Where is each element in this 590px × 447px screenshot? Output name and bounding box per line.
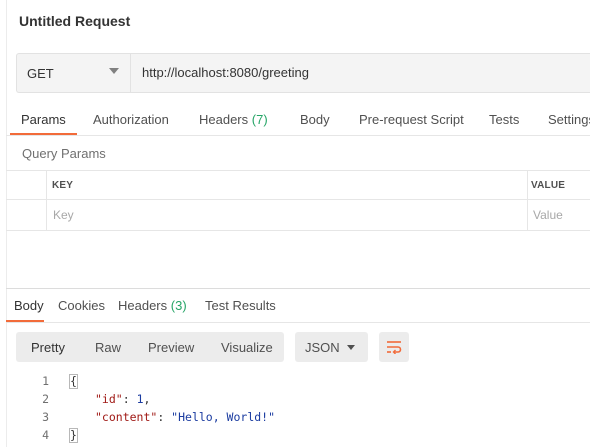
tab-authorization[interactable]: Authorization (93, 112, 169, 127)
json-sep: : (157, 410, 172, 424)
response-tab-cookies[interactable]: Cookies (58, 298, 105, 313)
tab-label: Tests (489, 112, 520, 127)
tab-label: Test Results (205, 298, 276, 313)
line-number: 3 (42, 410, 49, 424)
tab-settings[interactable]: Settings (548, 112, 590, 127)
caret-down-icon (347, 345, 355, 350)
tab-label: Body (300, 112, 330, 127)
code-line: 4 } (0, 428, 590, 446)
view-pretty-button[interactable]: Pretty (31, 340, 65, 355)
code-text: "content": "Hello, World!" (95, 410, 275, 424)
code-text: "id": 1, (95, 392, 150, 406)
code-text: } (69, 428, 78, 443)
method-label: GET (27, 65, 54, 81)
code-text: { (69, 374, 78, 389)
wrap-lines-button[interactable] (379, 332, 409, 362)
tab-count: (3) (170, 298, 187, 313)
response-tabs-divider (6, 322, 590, 323)
caret-down-icon[interactable] (109, 68, 119, 74)
json-value: "Hello, World!" (171, 410, 276, 424)
close-brace: } (69, 428, 78, 443)
view-raw-button[interactable]: Raw (95, 340, 121, 355)
code-line: 2 "id": 1, (0, 392, 590, 410)
code-line: 1 { (0, 374, 590, 392)
tab-tests[interactable]: Tests (489, 112, 519, 127)
response-tab-body[interactable]: Body (14, 298, 44, 313)
table-header-divider (6, 199, 590, 200)
table-col-divider (46, 170, 47, 231)
tab-label: Body (14, 298, 44, 313)
table-col-divider (527, 170, 528, 231)
tab-label: Headers (118, 298, 168, 313)
params-table (6, 170, 590, 231)
tab-count: (7) (251, 112, 268, 127)
format-label: JSON (305, 340, 340, 355)
tab-params[interactable]: Params (21, 112, 66, 127)
response-tab-headers[interactable]: Headers (3) (118, 298, 187, 313)
value-input[interactable]: Value (533, 208, 563, 222)
wrap-lines-icon (387, 341, 402, 354)
tab-label: Headers (199, 112, 249, 127)
tab-label: Authorization (93, 112, 169, 127)
tab-body[interactable]: Body (300, 112, 330, 127)
json-sep: : (122, 392, 137, 406)
line-number: 1 (42, 374, 49, 388)
json-key: "id" (95, 392, 123, 406)
response-tab-test-results[interactable]: Test Results (205, 298, 276, 313)
value-column-header: VALUE (531, 180, 566, 191)
json-value: 1 (136, 392, 144, 406)
tab-headers[interactable]: Headers (7) (199, 112, 268, 127)
view-preview-button[interactable]: Preview (148, 340, 194, 355)
line-number: 2 (42, 392, 49, 406)
tab-label: Params (21, 112, 66, 127)
open-brace: { (69, 374, 78, 389)
tab-pre-request-script[interactable]: Pre-request Script (359, 112, 464, 127)
tab-label: Pre-request Script (359, 112, 464, 127)
tabs-divider (6, 135, 590, 136)
url-input[interactable]: http://localhost:8080/greeting (142, 65, 309, 80)
line-number: 4 (42, 428, 49, 442)
key-column-header: KEY (52, 180, 74, 191)
json-trail: , (143, 392, 151, 406)
json-key: "content" (95, 410, 158, 424)
pane-divider[interactable] (6, 288, 590, 289)
request-title[interactable]: Untitled Request (19, 13, 130, 29)
tab-label: Cookies (58, 298, 105, 313)
key-input[interactable]: Key (53, 208, 74, 222)
tab-label: Settings (548, 112, 590, 127)
query-params-label: Query Params (22, 146, 106, 161)
view-visualize-button[interactable]: Visualize (221, 340, 273, 355)
code-line: 3 "content": "Hello, World!" (0, 410, 590, 428)
